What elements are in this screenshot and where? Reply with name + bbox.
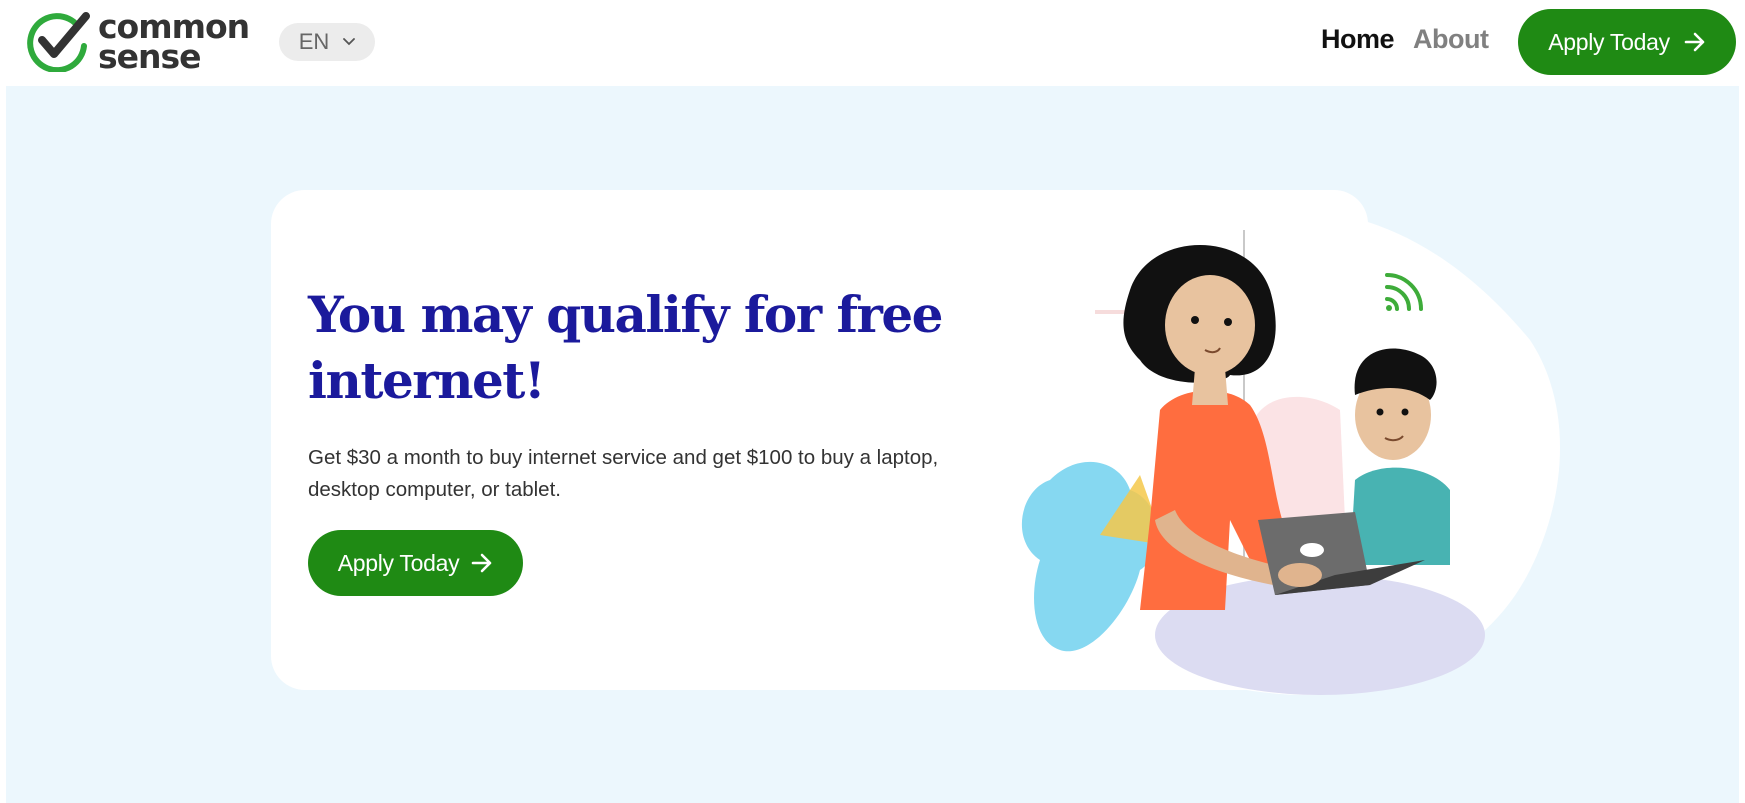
hero-apply-button[interactable]: Apply Today [308,530,523,596]
header-apply-button[interactable]: Apply Today [1518,9,1736,75]
nav-about-link[interactable]: About [1413,24,1489,55]
chevron-down-icon [343,38,356,46]
hero-apply-label: Apply Today [337,549,460,576]
logo-wordmark: common sense [98,10,250,76]
nav-home-link[interactable]: Home [1321,24,1395,55]
site-header: common sense EN Home About Apply Today [0,0,1745,86]
family-laptop-illustration [1021,210,1560,695]
woman-face [1165,275,1255,375]
language-selector[interactable]: EN [279,23,375,61]
language-selected: EN [298,29,330,54]
boy-shirt [1350,467,1450,565]
check-logo-icon [27,12,90,72]
logo-word-sense: sense [98,37,202,76]
hero-description: Get $30 a month to buy internet service … [308,446,939,501]
arrow-right-icon [471,553,492,573]
hero-title: You may qualify for free internet! [308,285,943,410]
header-apply-label: Apply Today [1548,28,1670,55]
woman-neck [1192,368,1228,405]
woman-hand [1278,563,1322,587]
arrow-right-icon [1684,32,1705,52]
common-sense-logo[interactable]: common sense [24,10,264,76]
